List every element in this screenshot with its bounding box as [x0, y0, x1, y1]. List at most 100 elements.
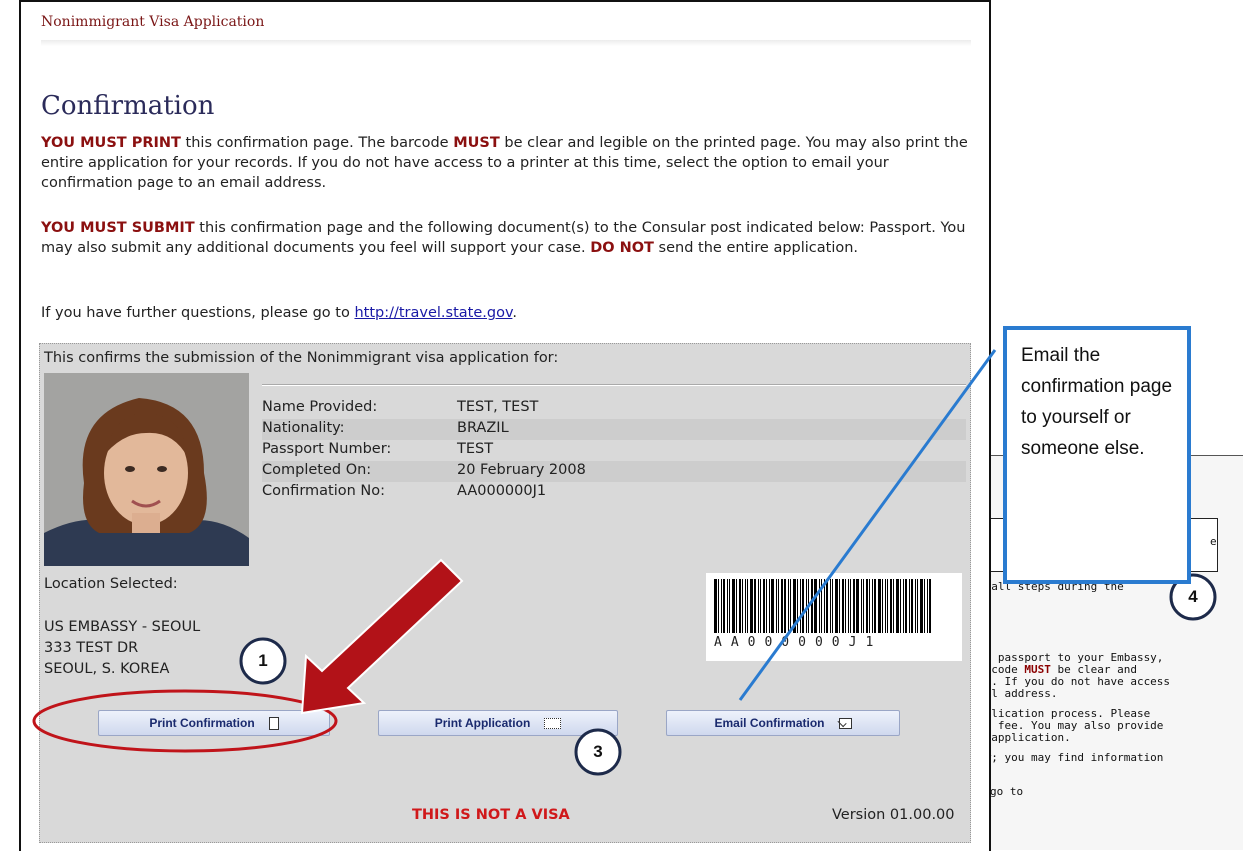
email-callout: Email the confirmation page to yourself … [1003, 326, 1191, 584]
barcode-bar [769, 579, 770, 633]
barcode-bar [911, 579, 913, 633]
barcode-text: AA000000J1 [714, 635, 883, 650]
barcode-bar [850, 579, 851, 633]
main-window: Nonimmigrant Visa Application Confirmati… [19, 0, 991, 851]
barcode-bar [929, 579, 931, 633]
barcode-bar [887, 579, 888, 633]
barcode-bar [802, 579, 804, 633]
location-label: Location Selected: [44, 576, 178, 592]
bg-text: ew; you may find information [978, 751, 1164, 764]
barcode-bar [885, 579, 886, 633]
barcode-bar [915, 579, 916, 633]
confirms-text: This confirms the submission of the Noni… [44, 350, 559, 366]
barcode-bar [781, 579, 783, 633]
detail-row: Passport Number: TEST [262, 440, 966, 461]
barcode-bar [778, 579, 779, 633]
detail-label: Completed On: [262, 462, 372, 478]
barcode-bar [784, 579, 786, 633]
barcode-bar [832, 579, 833, 633]
detail-row: Nationality: BRAZIL [262, 419, 966, 440]
detail-value: TEST, TEST [457, 399, 539, 415]
barcode-bar [853, 579, 855, 633]
barcode-bar [776, 579, 777, 633]
address-line: SEOUL, S. KOREA [44, 661, 170, 677]
barcode-bar [814, 579, 817, 633]
barcode-bar [819, 579, 820, 633]
barcode-bar [842, 579, 844, 633]
barcode-bar [826, 579, 828, 633]
address-line: US EMBASSY - SEOUL [44, 619, 201, 635]
barcode-bar [863, 579, 864, 633]
barcode-bar [723, 579, 725, 633]
barcode-bar [788, 579, 789, 633]
detail-row: Confirmation No: AA000000J1 [262, 482, 966, 503]
barcode-bar [845, 579, 846, 633]
barcode-bar [729, 579, 730, 633]
barcode-bar [718, 579, 719, 633]
barcode-bar [763, 579, 765, 633]
questions-text: If you have further questions, please go… [41, 305, 518, 321]
pages-icon [544, 717, 562, 729]
print-confirmation-button[interactable]: Print Confirmation [98, 710, 330, 736]
barcode-bar [900, 579, 901, 633]
barcode-bar [869, 579, 870, 633]
email-confirmation-button[interactable]: Email Confirmation [666, 710, 900, 736]
barcode-bar [750, 579, 753, 633]
barcode-bar [824, 579, 825, 633]
document-icon [268, 716, 279, 730]
barcode-bar [882, 579, 883, 633]
barcode-bar [736, 579, 737, 633]
bg-text: e [1210, 535, 1217, 548]
barcode-bar [874, 579, 876, 633]
barcode-bar [754, 579, 756, 633]
not-a-visa-notice: THIS IS NOT A VISA [412, 807, 570, 823]
bg-text: e application. [978, 731, 1071, 744]
detail-value: BRAZIL [457, 420, 509, 436]
barcode-bar [821, 579, 822, 633]
applicant-details: Name Provided: TEST, TEST Nationality: BRA… [262, 384, 966, 503]
detail-label: Nationality: [262, 420, 345, 436]
barcode-bar [893, 579, 894, 633]
barcode-bar [790, 579, 791, 633]
confirmation-panel: This confirms the submission of the Noni… [39, 343, 971, 843]
barcode: AA000000J1 [706, 573, 962, 661]
barcode-bar [800, 579, 801, 633]
barcode-bar [920, 579, 923, 633]
barcode-bar [848, 579, 849, 633]
barcode-bar [866, 579, 868, 633]
barcode-bar [806, 579, 807, 633]
detail-value: TEST [457, 441, 494, 457]
barcode-bar [771, 579, 774, 633]
barcode-bar [721, 579, 722, 633]
print-application-label: Print Application [434, 716, 531, 730]
barcode-bar [830, 579, 831, 633]
print-confirmation-label: Print Confirmation [149, 716, 255, 730]
detail-label: Passport Number: [262, 441, 392, 457]
barcode-bar [903, 579, 904, 633]
barcode-bar [856, 579, 859, 633]
barcode-bar [727, 579, 728, 633]
barcode-bar [917, 579, 918, 633]
detail-row: Completed On: 20 February 2008 [262, 461, 966, 482]
envelope-icon [838, 717, 852, 729]
header-divider [41, 40, 971, 46]
barcode-bar [714, 579, 717, 633]
address-line: 333 TEST DR [44, 640, 139, 656]
detail-label: Confirmation No: [262, 483, 386, 499]
barcode-bar [760, 579, 761, 633]
barcode-bar [909, 579, 910, 633]
print-instructions: YOU MUST PRINT this confirmation page. T… [41, 135, 968, 191]
barcode-bar [766, 579, 767, 633]
travel-state-link[interactable]: http://travel.state.gov [354, 305, 512, 321]
barcode-bars [714, 579, 954, 633]
detail-value: AA000000J1 [457, 483, 547, 499]
barcode-bar [896, 579, 899, 633]
bg-text: go to [990, 785, 1024, 798]
barcode-bar [811, 579, 813, 633]
barcode-bar [797, 579, 798, 633]
applicant-photo [44, 373, 249, 566]
details-divider [262, 384, 966, 386]
barcode-bar [924, 579, 925, 633]
barcode-bar [732, 579, 735, 633]
app-header: Nonimmigrant Visa Application [41, 14, 265, 30]
